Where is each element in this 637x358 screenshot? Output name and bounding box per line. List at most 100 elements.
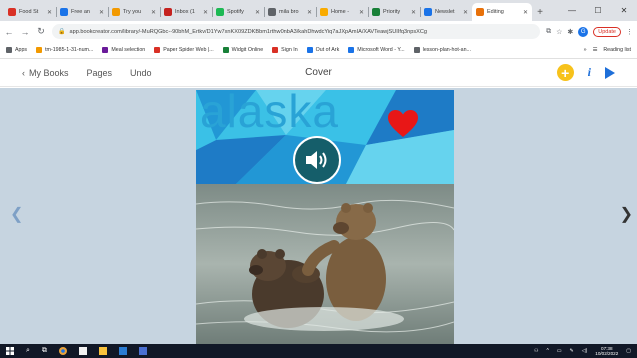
teams-icon[interactable] bbox=[138, 347, 147, 355]
next-page-arrow-icon[interactable]: ❯ bbox=[620, 204, 633, 224]
update-button[interactable]: Update bbox=[593, 26, 621, 37]
tab-close-icon[interactable]: ✕ bbox=[411, 9, 416, 16]
tab-favicon-icon bbox=[268, 8, 276, 16]
file-explorer-icon[interactable] bbox=[98, 347, 107, 355]
url-input[interactable]: 🔒 app.bookcreator.com/library/-MuRQGbc--… bbox=[52, 24, 541, 39]
volume-icon[interactable]: ◁) bbox=[582, 348, 588, 354]
chevron-up-icon[interactable]: ^ bbox=[546, 348, 548, 354]
heart-icon bbox=[388, 110, 418, 137]
tab-close-icon[interactable]: ✕ bbox=[99, 9, 104, 16]
pages-button[interactable]: Pages bbox=[87, 68, 113, 78]
add-button[interactable]: + bbox=[556, 64, 574, 81]
bears-photo[interactable] bbox=[196, 184, 454, 344]
bookmark-item[interactable]: Microsoft Word - Y... bbox=[348, 47, 405, 53]
bookmark-label: Widgit Online bbox=[231, 47, 264, 53]
book-page[interactable]: alaska bbox=[196, 90, 454, 344]
app-icon[interactable] bbox=[78, 347, 87, 355]
close-window-button[interactable]: ✕ bbox=[611, 6, 637, 15]
pen-icon[interactable]: ✎ bbox=[570, 348, 574, 354]
bookmark-item[interactable]: tm-1985-1-31-num... bbox=[36, 47, 93, 53]
url-text: app.bookcreator.com/library/-MuRQGbc--90… bbox=[69, 28, 428, 35]
profile-avatar[interactable]: G bbox=[578, 26, 589, 37]
browser-tab[interactable]: Newslet ✕ bbox=[420, 3, 472, 21]
new-tab-button[interactable]: + bbox=[532, 3, 548, 21]
tab-close-icon[interactable]: ✕ bbox=[307, 9, 312, 16]
bookmark-label: Paper Spider Web |... bbox=[163, 47, 214, 53]
banner-title: alaska bbox=[200, 90, 339, 137]
clock[interactable]: 07:38 10/02/2022 bbox=[595, 346, 618, 356]
reload-icon[interactable]: ↻ bbox=[36, 26, 46, 37]
bookmark-label: tm-1985-1-31-num... bbox=[45, 47, 94, 53]
bookmark-favicon-icon bbox=[413, 47, 420, 53]
tab-favicon-icon bbox=[112, 8, 120, 16]
address-bar: ← → ↻ 🔒 app.bookcreator.com/library/-MuR… bbox=[0, 21, 637, 42]
previous-page-arrow-icon[interactable]: ❮ bbox=[10, 204, 23, 224]
title-banner[interactable]: alaska bbox=[196, 90, 454, 184]
minimize-button[interactable]: — bbox=[559, 6, 585, 15]
chrome-icon[interactable] bbox=[58, 347, 67, 355]
speaker-icon bbox=[306, 151, 327, 169]
word-icon[interactable] bbox=[118, 347, 127, 355]
tab-close-icon[interactable]: ✕ bbox=[255, 9, 260, 16]
forward-arrow-icon[interactable]: → bbox=[20, 27, 30, 37]
tab-title: Free an bbox=[71, 9, 90, 15]
play-icon[interactable] bbox=[605, 66, 615, 79]
bookmark-favicon-icon bbox=[154, 47, 161, 53]
bookmark-item[interactable]: Meal selection bbox=[102, 47, 145, 53]
browser-tab[interactable]: Editing ✕ bbox=[472, 3, 532, 21]
tab-close-icon[interactable]: ✕ bbox=[203, 9, 208, 16]
info-button[interactable]: i bbox=[588, 65, 591, 80]
extensions-puzzle-icon[interactable]: ✱ bbox=[567, 28, 573, 36]
tab-close-icon[interactable]: ✕ bbox=[359, 9, 364, 16]
tab-favicon-icon bbox=[320, 8, 328, 16]
browser-tab[interactable]: Try you ✕ bbox=[108, 3, 160, 21]
bookmark-favicon-icon bbox=[272, 47, 279, 53]
network-icon[interactable]: ▭ bbox=[557, 348, 562, 354]
tab-title: mila bro bbox=[279, 9, 299, 15]
tab-favicon-icon bbox=[216, 8, 224, 16]
task-view-icon[interactable]: ⧉ bbox=[42, 347, 47, 355]
tab-close-icon[interactable]: ✕ bbox=[47, 9, 52, 16]
tab-title: Priority bbox=[383, 9, 401, 15]
bookmark-item[interactable]: Sign In bbox=[272, 47, 298, 53]
book-canvas: ❮ ❯ alaska bbox=[0, 88, 637, 344]
lock-icon: 🔒 bbox=[58, 29, 66, 35]
more-bookmarks-button[interactable]: » bbox=[584, 47, 587, 53]
bookmark-item[interactable]: Apps bbox=[6, 47, 27, 53]
bookmark-item[interactable]: Widgit Online bbox=[222, 47, 264, 53]
bookmark-favicon-icon bbox=[102, 47, 109, 53]
browser-tab[interactable]: Food St ✕ bbox=[4, 3, 56, 21]
maximize-button[interactable]: ☐ bbox=[585, 6, 611, 15]
tab-favicon-icon bbox=[60, 8, 68, 16]
search-icon[interactable]: ⌕ bbox=[26, 347, 30, 355]
bookmark-item[interactable]: lesson-plan-hot-an... bbox=[413, 47, 471, 53]
people-icon[interactable]: ⚇ bbox=[534, 348, 538, 354]
share-icon[interactable]: ⧉ bbox=[546, 28, 551, 36]
browser-tab[interactable]: Priority ✕ bbox=[368, 3, 420, 21]
my-books-label: My Books bbox=[29, 67, 69, 78]
notifications-icon[interactable]: ▢ bbox=[626, 348, 631, 354]
browser-tab[interactable]: Home - ✕ bbox=[316, 3, 368, 21]
tab-close-icon[interactable]: ✕ bbox=[151, 9, 156, 16]
undo-button[interactable]: Undo bbox=[130, 68, 152, 78]
windows-start-icon[interactable] bbox=[6, 347, 14, 355]
bookmark-favicon-icon bbox=[6, 47, 12, 53]
bookmark-item[interactable]: Paper Spider Web |... bbox=[154, 47, 214, 53]
tab-close-icon[interactable]: ✕ bbox=[463, 9, 468, 16]
browser-tab[interactable]: Spotify ✕ bbox=[212, 3, 264, 21]
bookmark-star-icon[interactable]: ☆ bbox=[556, 28, 562, 36]
bookmark-label: Out of Ark bbox=[315, 47, 340, 53]
reading-list-button[interactable]: Reading list bbox=[603, 47, 631, 53]
browser-tab[interactable]: Free an ✕ bbox=[56, 3, 108, 21]
bookmark-label: Microsoft Word - Y... bbox=[357, 47, 405, 53]
tab-close-icon[interactable]: ✕ bbox=[523, 9, 528, 16]
bookmark-item[interactable]: Out of Ark bbox=[306, 47, 340, 53]
menu-dots-icon[interactable]: ⋮ bbox=[626, 28, 633, 36]
sound-button[interactable] bbox=[293, 136, 341, 184]
browser-tab[interactable]: Inbox (1 ✕ bbox=[160, 3, 212, 21]
bookmark-favicon-icon bbox=[36, 47, 43, 53]
browser-tab[interactable]: mila bro ✕ bbox=[264, 3, 316, 21]
my-books-button[interactable]: ‹ My Books bbox=[22, 68, 69, 78]
bookmark-label: Meal selection bbox=[111, 47, 146, 53]
back-arrow-icon[interactable]: ← bbox=[4, 27, 14, 37]
